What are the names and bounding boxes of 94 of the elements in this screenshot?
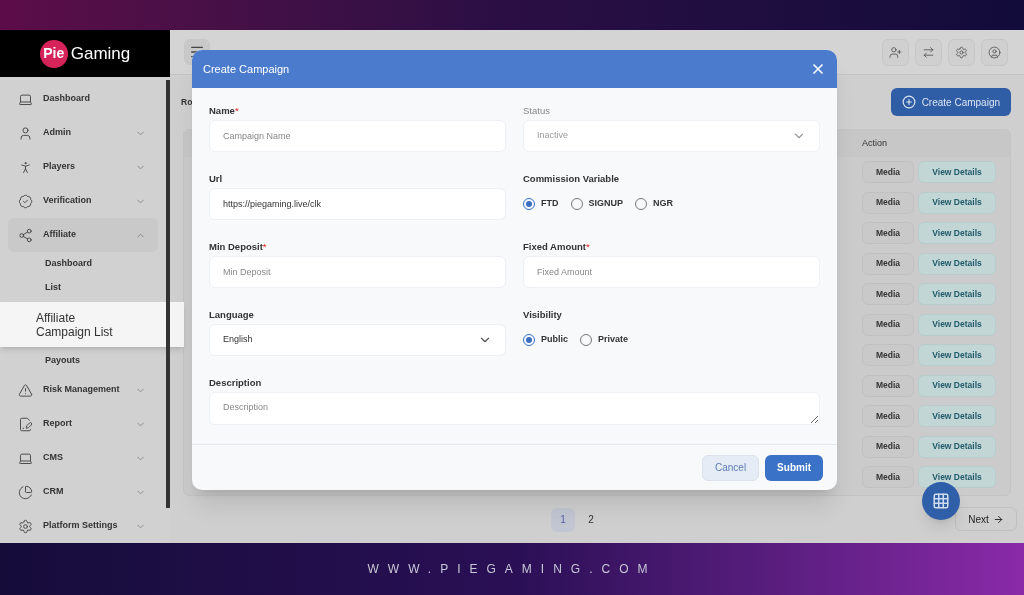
user-plus-icon xyxy=(889,45,902,59)
radio-option[interactable]: Private xyxy=(580,333,629,347)
input-field[interactable]: Fixed Amount xyxy=(523,256,820,288)
page-button[interactable]: 1 xyxy=(551,507,575,532)
media-button[interactable]: Media xyxy=(862,191,914,214)
sidebar-item[interactable]: Report xyxy=(8,407,158,441)
media-button[interactable]: Media xyxy=(862,161,914,184)
close-button[interactable] xyxy=(810,61,826,77)
view-details-button[interactable]: View Details xyxy=(918,161,996,184)
close-icon xyxy=(810,61,826,77)
submit-button[interactable]: Submit xyxy=(765,454,823,481)
view-details-button[interactable]: View Details xyxy=(918,344,996,367)
header-icon-button[interactable] xyxy=(981,38,1008,66)
plus-icon xyxy=(901,95,916,109)
view-details-button[interactable]: View Details xyxy=(918,283,996,306)
media-button[interactable]: Media xyxy=(862,405,914,428)
required-mark: * xyxy=(586,240,590,254)
modal-title: Create Campaign xyxy=(203,61,290,77)
settings-icon xyxy=(955,45,968,59)
badge-check-icon xyxy=(18,193,33,209)
sidebar-item[interactable]: Players xyxy=(8,150,158,184)
sidebar-subitem[interactable]: Dashboard xyxy=(0,252,166,276)
input-field[interactable]: Campaign Name xyxy=(209,120,506,152)
required-mark: * xyxy=(262,240,267,254)
website-url: WWW.PIEGAMING.COM xyxy=(367,561,657,578)
radio-option[interactable]: FTD xyxy=(523,197,559,211)
page-button[interactable]: 2 xyxy=(579,507,603,532)
header-icon-button[interactable] xyxy=(882,38,909,66)
sidebar-item[interactable]: Affiliate xyxy=(8,218,158,252)
view-details-button[interactable]: View Details xyxy=(918,191,996,214)
sidebar-item[interactable]: Verification xyxy=(8,184,158,218)
media-button[interactable]: Media xyxy=(862,466,914,489)
field-label: Status xyxy=(523,104,550,118)
media-button[interactable]: Media xyxy=(862,344,914,367)
view-details-button[interactable]: View Details xyxy=(918,313,996,336)
textarea-field[interactable]: Description xyxy=(209,392,820,425)
sidebar-item[interactable]: Platform Settings xyxy=(8,509,158,543)
required-mark: * xyxy=(234,104,239,118)
view-details-button[interactable]: View Details xyxy=(918,222,996,245)
view-details-button[interactable]: View Details xyxy=(918,252,996,275)
input-field[interactable]: https://piegaming.live/clk xyxy=(209,188,506,220)
warning-icon xyxy=(18,382,33,398)
arrow-right-icon xyxy=(992,513,1004,525)
field-label: Url xyxy=(209,172,223,186)
view-details-button[interactable]: View Details xyxy=(918,374,996,397)
field-label: Commission Variable xyxy=(523,172,620,186)
field-label: Name xyxy=(209,104,235,118)
page-label: Ro xyxy=(181,95,193,109)
field-label: Description xyxy=(209,376,262,390)
radio-option[interactable]: SIGNUP xyxy=(570,197,623,211)
sidebar-item[interactable]: CMS xyxy=(8,441,158,475)
field-label: Fixed Amount xyxy=(523,240,586,254)
media-button[interactable]: Media xyxy=(862,252,914,275)
field-label: Language xyxy=(209,308,254,322)
input-field[interactable]: Min Deposit xyxy=(209,256,506,288)
media-button[interactable]: Media xyxy=(862,374,914,397)
create-campaign-button[interactable]: Create Campaign xyxy=(890,88,1011,116)
settings-icon xyxy=(18,518,33,534)
sidebar-subitem[interactable]: Payouts xyxy=(0,349,166,373)
media-button[interactable]: Media xyxy=(862,435,914,458)
laptop-icon xyxy=(18,91,33,107)
media-button[interactable]: Media xyxy=(862,283,914,306)
user-icon xyxy=(18,125,33,141)
field-label: Visibility xyxy=(523,308,562,322)
view-details-button[interactable]: View Details xyxy=(918,435,996,458)
user-circle-icon xyxy=(988,45,1001,59)
sidebar-item[interactable]: Admin xyxy=(8,116,158,150)
radio-option[interactable]: Public xyxy=(523,333,568,347)
sidebar-subitem[interactable]: List xyxy=(0,276,166,300)
sidebar-item[interactable]: CRM xyxy=(8,475,158,509)
logo-text: Gaming xyxy=(70,42,131,65)
sidebar-subitem[interactable]: Affiliate Campaign List xyxy=(0,302,184,347)
person-icon xyxy=(18,159,33,175)
media-button[interactable]: Media xyxy=(862,313,914,336)
radio-option[interactable]: NGR xyxy=(635,197,673,211)
network-icon xyxy=(18,227,33,243)
document-edit-icon xyxy=(18,416,33,432)
sidebar-item[interactable]: Risk Management xyxy=(8,373,158,407)
header-icon-button[interactable] xyxy=(948,38,975,66)
field-label: Min Deposit xyxy=(209,240,263,254)
header-icon-button[interactable] xyxy=(915,38,942,66)
column-header: Action xyxy=(862,136,887,150)
select-field[interactable]: English xyxy=(209,324,506,356)
view-details-button[interactable]: View Details xyxy=(918,405,996,428)
scrollbar[interactable] xyxy=(166,80,170,508)
swap-icon xyxy=(922,45,935,59)
sidebar-item[interactable]: Dashboard xyxy=(8,82,158,116)
view-details-button[interactable]: View Details xyxy=(918,466,996,489)
media-button[interactable]: Media xyxy=(862,222,914,245)
laptop-icon xyxy=(18,450,33,466)
grid-icon xyxy=(932,492,950,510)
pie-chart-icon xyxy=(18,484,33,500)
logo-badge: Pie xyxy=(39,39,68,68)
cancel-button[interactable]: Cancel xyxy=(701,454,760,481)
